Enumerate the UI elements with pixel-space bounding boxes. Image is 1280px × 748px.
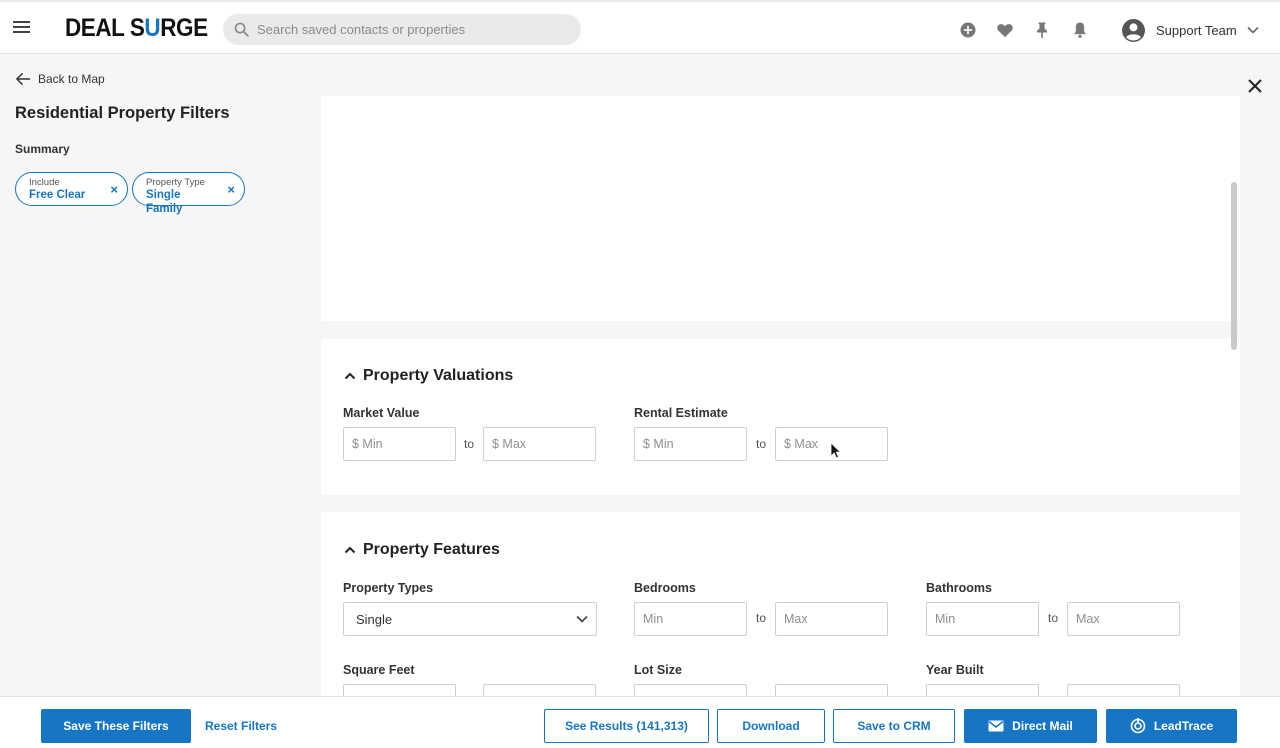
filter-card-blank (321, 96, 1240, 321)
filter-chip-property-type[interactable]: Property Type Single Family × (132, 172, 245, 215)
user-name: Support Team (1156, 22, 1237, 38)
download-button[interactable]: Download (717, 709, 825, 743)
market-value-label: Market Value (343, 406, 420, 420)
user-menu[interactable]: Support Team (1121, 16, 1259, 44)
search-bar (223, 14, 581, 45)
section-title: Property Features (363, 541, 500, 558)
chip-key: Include (29, 177, 60, 188)
bedrooms-min-input[interactable] (634, 602, 747, 636)
market-value-min-input[interactable] (343, 427, 456, 461)
close-icon[interactable] (1246, 77, 1264, 95)
back-label: Back to Map (38, 72, 105, 86)
page-title: Residential Property Filters (15, 104, 230, 122)
rental-estimate-label: Rental Estimate (634, 406, 728, 420)
save-filters-button[interactable]: Save These Filters (41, 709, 191, 743)
chevron-down-icon (576, 615, 588, 623)
mouse-cursor-icon (830, 442, 842, 459)
chip-value: Single Family (146, 189, 183, 215)
leadtrace-button[interactable]: LeadTrace (1106, 709, 1237, 743)
bathrooms-max-input[interactable] (1067, 602, 1180, 636)
chip-key: Property Type (146, 177, 205, 188)
heart-icon[interactable] (995, 20, 1015, 40)
chip-value: Free Clear (29, 189, 86, 201)
save-to-crm-button[interactable]: Save to CRM (833, 709, 955, 743)
top-bar: DEAL SURGE Support Team (0, 0, 1280, 54)
property-types-value: Single (356, 612, 393, 627)
market-value-max-input[interactable] (483, 427, 596, 461)
filter-chip-include[interactable]: Include Free Clear × (15, 172, 128, 206)
mail-icon (988, 720, 1004, 732)
add-icon[interactable] (958, 20, 978, 40)
chip-remove-icon[interactable]: × (110, 183, 118, 196)
property-features-section: Property Features Property Types Single … (321, 512, 1240, 718)
search-icon (234, 22, 249, 37)
target-icon (1130, 718, 1146, 734)
property-features-header[interactable]: Property Features (344, 541, 500, 559)
bathrooms-min-input[interactable] (926, 602, 1039, 636)
bedrooms-label: Bedrooms (634, 581, 696, 595)
back-to-map-link[interactable]: Back to Map (16, 72, 105, 86)
chevron-down-icon (1247, 26, 1259, 34)
bedrooms-max-input[interactable] (775, 602, 888, 636)
lot-size-label: Lot Size (634, 663, 682, 677)
year-built-label: Year Built (926, 663, 984, 677)
reset-filters-button[interactable]: Reset Filters (203, 709, 279, 743)
see-results-button[interactable]: See Results (141,313) (544, 709, 709, 743)
chevron-up-icon (344, 372, 356, 380)
arrow-left-icon (16, 72, 31, 86)
avatar-icon (1122, 18, 1145, 42)
scrollbar-thumb[interactable] (1231, 182, 1237, 350)
chevron-up-icon (344, 546, 356, 554)
action-bar: Save These Filters Reset Filters See Res… (0, 696, 1280, 748)
summary-label: Summary (15, 142, 70, 156)
direct-mail-button[interactable]: Direct Mail (964, 709, 1097, 743)
section-title: Property Valuations (363, 367, 514, 384)
chip-remove-icon[interactable]: × (227, 183, 235, 196)
range-separator: to (756, 611, 767, 625)
pin-icon[interactable] (1032, 20, 1052, 40)
direct-mail-label: Direct Mail (1012, 719, 1073, 733)
square-feet-label: Square Feet (343, 663, 415, 677)
search-input[interactable] (257, 14, 567, 45)
property-types-select[interactable]: Single (343, 602, 597, 636)
range-separator: to (756, 437, 767, 451)
bathrooms-label: Bathrooms (926, 581, 992, 595)
leadtrace-label: LeadTrace (1153, 719, 1214, 733)
app-logo[interactable]: DEAL SURGE (65, 14, 208, 43)
menu-icon[interactable] (13, 21, 30, 33)
property-types-label: Property Types (343, 581, 434, 595)
property-valuations-section: Property Valuations Market Value to Rent… (321, 339, 1240, 495)
range-separator: to (1048, 611, 1059, 625)
range-separator: to (464, 437, 475, 451)
property-valuations-header[interactable]: Property Valuations (344, 367, 513, 385)
rental-estimate-min-input[interactable] (634, 427, 747, 461)
bell-icon[interactable] (1070, 20, 1090, 40)
